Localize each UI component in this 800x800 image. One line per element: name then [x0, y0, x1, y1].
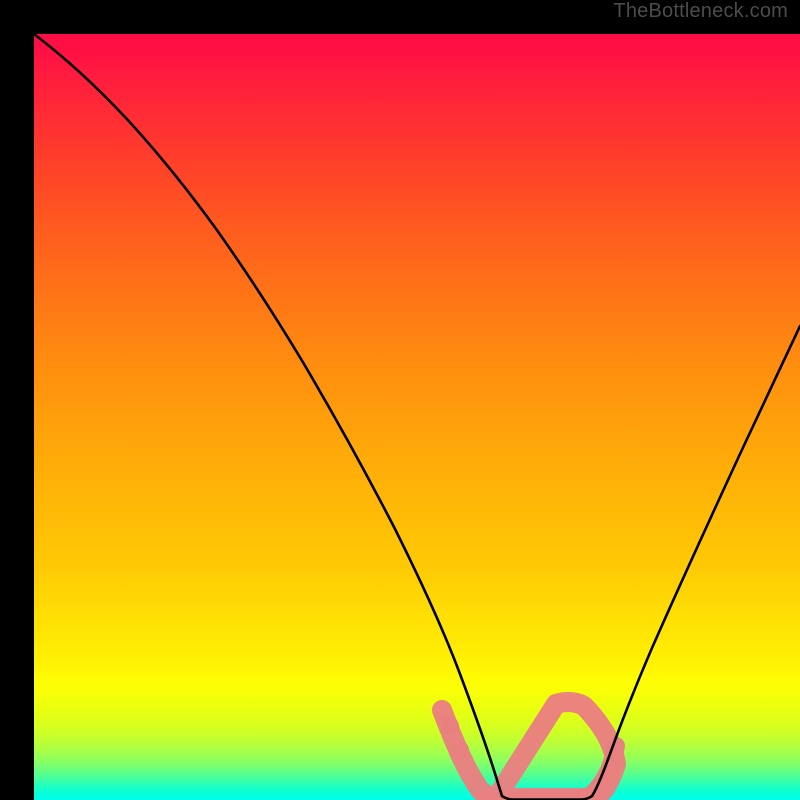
left-curve	[34, 34, 502, 796]
watermark-text: TheBottleneck.com	[613, 0, 788, 23]
right-curve	[592, 326, 800, 796]
highlight-dot	[451, 741, 469, 759]
chart-frame	[17, 17, 783, 783]
bottleneck-curve	[34, 34, 800, 800]
highlight-dot	[441, 717, 459, 735]
plot-area	[34, 34, 800, 800]
